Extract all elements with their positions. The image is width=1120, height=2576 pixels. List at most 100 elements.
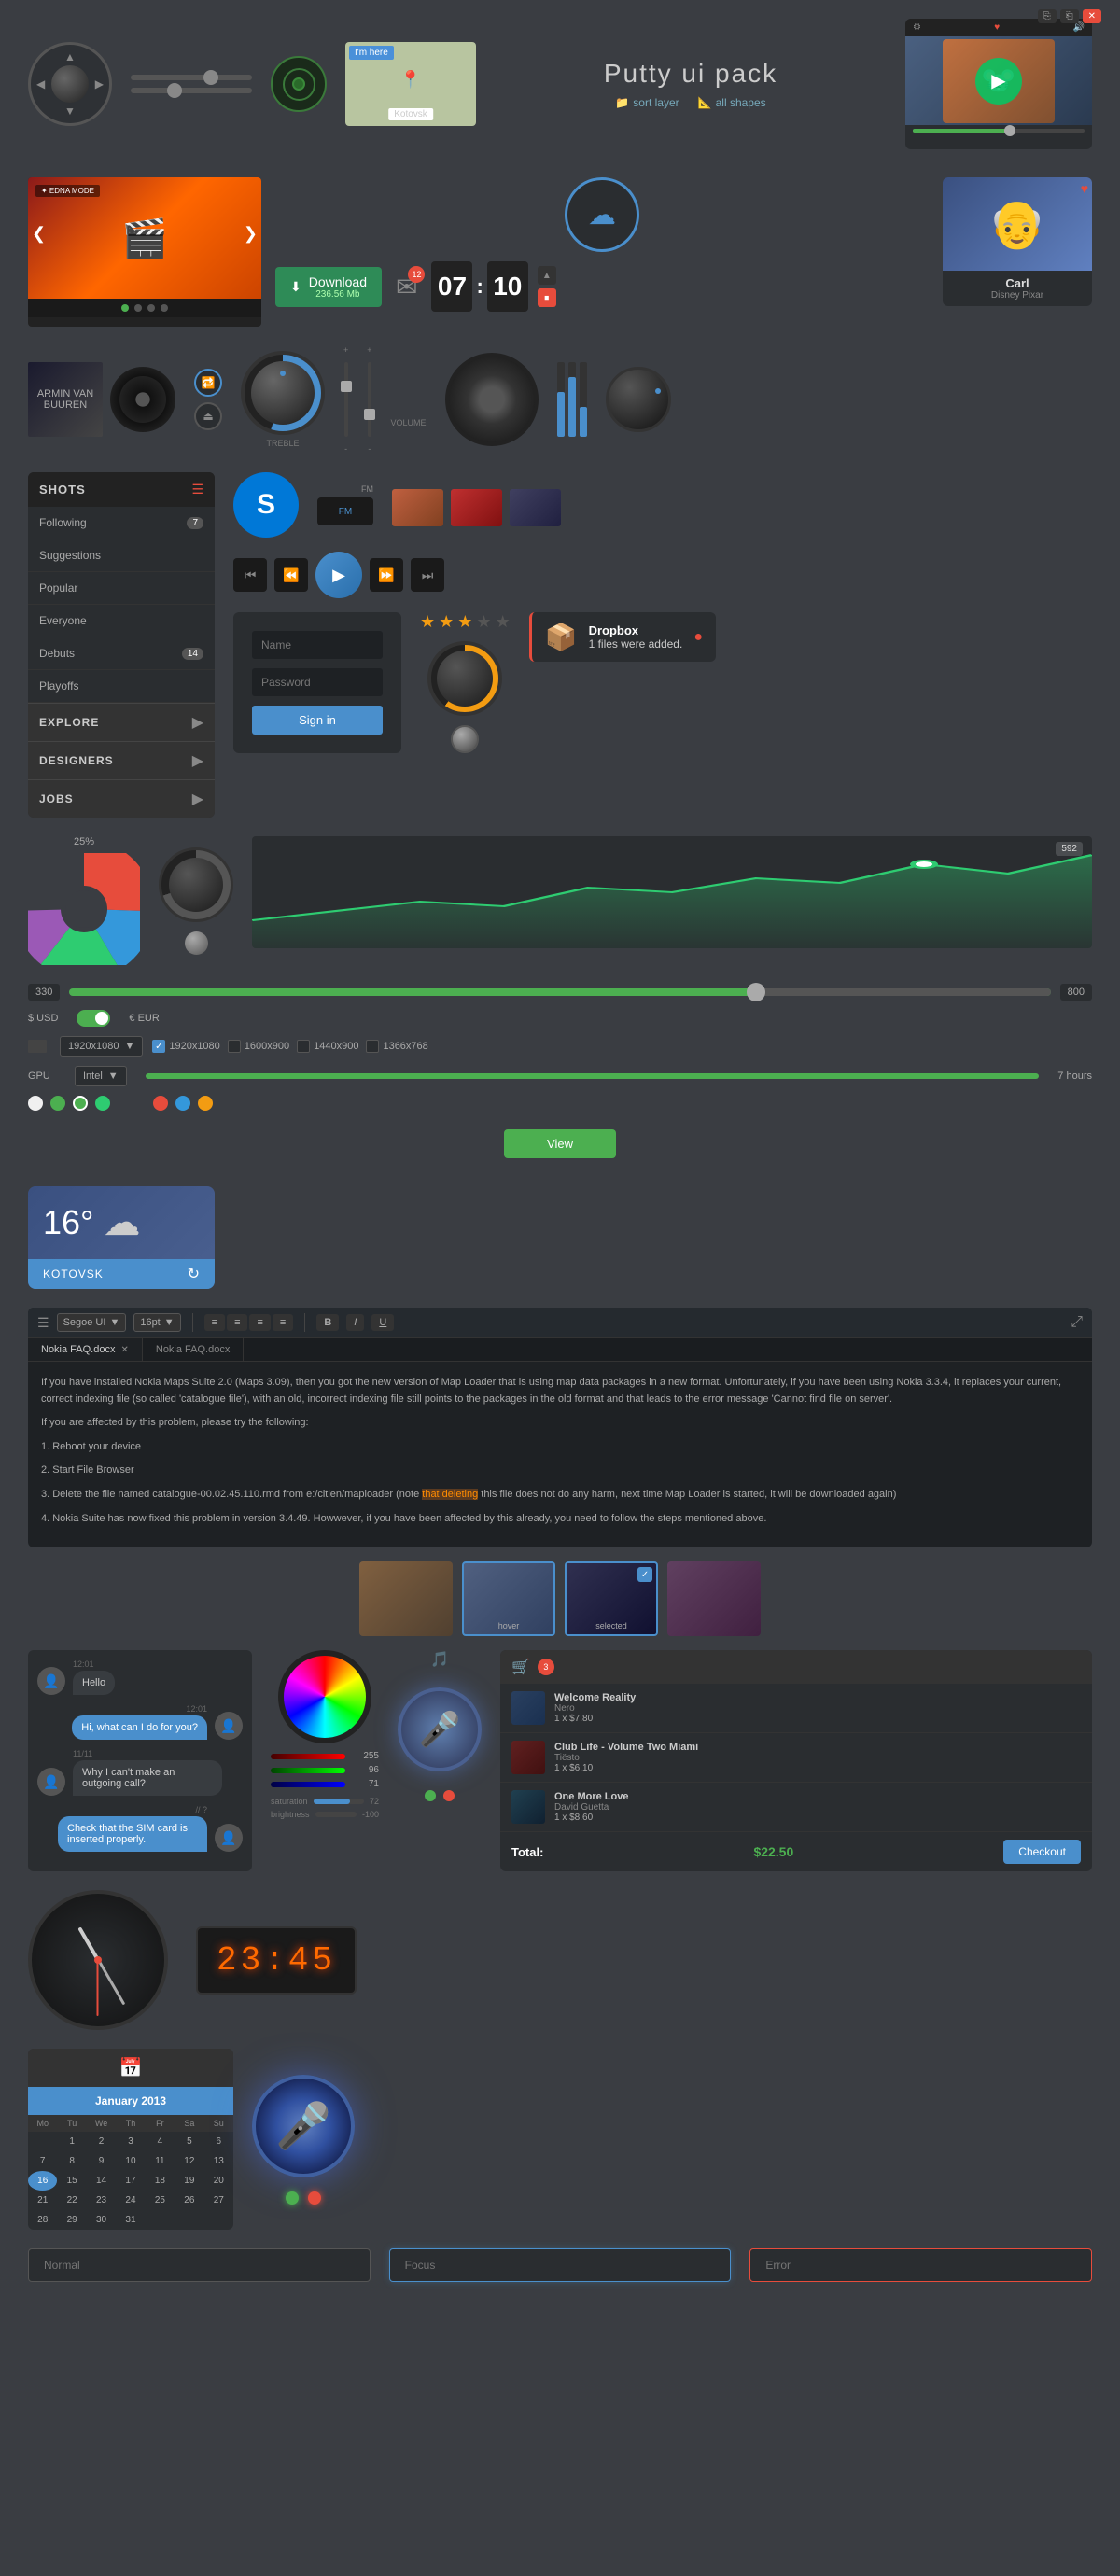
thumb-2[interactable]	[451, 489, 502, 526]
film-dot-4[interactable]	[161, 304, 168, 312]
view-button[interactable]: View	[504, 1129, 616, 1158]
cal-day-today[interactable]: 16	[28, 2171, 57, 2191]
tab-1-close[interactable]: ✕	[120, 1345, 128, 1355]
cal-day-1[interactable]: 1	[57, 2132, 86, 2151]
sort-layer-link[interactable]: 📁 sort layer	[615, 96, 679, 109]
cal-day-8[interactable]: 8	[57, 2151, 86, 2171]
res-check-1[interactable]	[152, 1040, 165, 1053]
cal-day-24[interactable]: 24	[116, 2191, 145, 2210]
size-select[interactable]: 16pt ▼	[133, 1313, 180, 1332]
color-dot-red[interactable]	[153, 1096, 168, 1111]
volume-knob[interactable]	[427, 641, 502, 716]
tab-1[interactable]: Nokia FAQ.docx ✕	[28, 1338, 143, 1361]
gpu-select[interactable]: Intel ▼	[75, 1066, 127, 1086]
film-dot-2[interactable]	[134, 304, 142, 312]
fullscreen-icon[interactable]: ⤢	[1071, 1314, 1083, 1331]
color-dot-lime[interactable]	[95, 1096, 110, 1111]
volume-ball[interactable]	[451, 725, 479, 753]
g-slider[interactable]	[271, 1768, 345, 1773]
carl-heart-icon[interactable]: ♥	[1081, 181, 1088, 196]
underline-btn[interactable]: U	[371, 1314, 394, 1331]
slider-track-1[interactable]	[131, 75, 252, 80]
img-thumb-selected[interactable]: ✓ selected	[565, 1561, 658, 1636]
color-dot-green-selected[interactable]	[73, 1096, 88, 1111]
all-shapes-link[interactable]: 📐 all shapes	[698, 96, 766, 109]
cal-day-29[interactable]: 29	[57, 2210, 86, 2230]
star-5[interactable]: ★	[496, 612, 511, 632]
progress-bar[interactable]	[913, 129, 1085, 133]
sidebar-item-suggestions[interactable]: Suggestions	[28, 539, 215, 572]
cal-day-14[interactable]: 14	[87, 2171, 116, 2191]
input-focus[interactable]	[389, 2248, 732, 2282]
cal-day-11[interactable]: 11	[146, 2151, 175, 2171]
password-input[interactable]	[252, 668, 383, 696]
saturation-track[interactable]	[314, 1799, 364, 1804]
rewind-btn[interactable]: ⏪	[274, 558, 308, 592]
checkout-button[interactable]: Checkout	[1003, 1840, 1081, 1864]
next-btn[interactable]: ⏭	[411, 558, 444, 592]
color-dot-blue[interactable]	[175, 1096, 190, 1111]
knob-ring[interactable]	[241, 351, 325, 435]
res-check-2[interactable]	[228, 1040, 241, 1053]
star-2[interactable]: ★	[439, 612, 454, 632]
cal-day-25[interactable]: 25	[146, 2191, 175, 2210]
name-input[interactable]	[252, 631, 383, 659]
input-error[interactable]	[749, 2248, 1092, 2282]
input-normal[interactable]	[28, 2248, 371, 2282]
film-dot-1[interactable]	[121, 304, 129, 312]
cal-day-22[interactable]: 22	[57, 2191, 86, 2210]
sidebar-item-debuts[interactable]: Debuts 14	[28, 637, 215, 670]
clock-down-btn[interactable]: ⏹	[538, 288, 556, 307]
res-check-4[interactable]	[366, 1040, 379, 1053]
mail-widget[interactable]: ✉ 12	[396, 272, 417, 302]
star-4[interactable]: ★	[476, 612, 491, 632]
sidebar-section-jobs[interactable]: JOBS ▶	[28, 779, 215, 818]
mic-big-widget[interactable]: 🎤	[252, 2075, 355, 2177]
settings-icon[interactable]: ⚙	[913, 22, 921, 33]
align-left-btn[interactable]: ≡	[204, 1314, 225, 1331]
color-dot-white[interactable]	[28, 1096, 43, 1111]
small-knob[interactable]	[606, 367, 671, 432]
img-thumb-4[interactable]	[667, 1561, 761, 1636]
cal-day-6[interactable]: 6	[204, 2132, 233, 2151]
slider-thumb-2[interactable]	[167, 83, 182, 98]
vslider-1-thumb[interactable]	[341, 381, 352, 392]
cal-day-19[interactable]: 19	[175, 2171, 203, 2191]
slider-track-2[interactable]	[131, 88, 252, 93]
play-button[interactable]: ▶	[975, 58, 1022, 105]
r-slider[interactable]	[271, 1754, 345, 1759]
skype-button[interactable]: S	[233, 472, 299, 538]
dropbox-close-icon[interactable]: ●	[693, 629, 703, 646]
volume-icon[interactable]: 🔊	[1073, 22, 1085, 33]
prev-btn[interactable]: ⏮	[233, 558, 267, 592]
sidebar-item-following[interactable]: Following 7	[28, 507, 215, 539]
clock-up-btn[interactable]: ▲	[538, 266, 556, 285]
vslider-1-track[interactable]	[344, 362, 348, 437]
range-thumb[interactable]	[747, 983, 765, 1001]
cloud-upload[interactable]: ☁	[565, 177, 639, 252]
currency-toggle[interactable]	[77, 1010, 110, 1027]
align-center-btn[interactable]: ≡	[227, 1314, 247, 1331]
thumb-3[interactable]	[510, 489, 561, 526]
star-3[interactable]: ★	[457, 612, 472, 632]
play-pause-btn[interactable]: ▶	[315, 552, 362, 598]
cal-day-17[interactable]: 17	[116, 2171, 145, 2191]
cal-day-3[interactable]: 3	[116, 2132, 145, 2151]
cal-day-13[interactable]: 13	[204, 2151, 233, 2171]
color-dot-orange[interactable]	[198, 1096, 213, 1111]
cal-day-9[interactable]: 9	[87, 2151, 116, 2171]
cal-day-28[interactable]: 28	[28, 2210, 57, 2230]
color-dot-green[interactable]	[50, 1096, 65, 1111]
download-button[interactable]: ⬇ Download 236.56 Mb	[275, 267, 382, 307]
gpu-bar[interactable]	[146, 1073, 1040, 1079]
align-justify-btn[interactable]: ≡	[273, 1314, 293, 1331]
bold-btn[interactable]: B	[316, 1314, 339, 1331]
cal-day-7[interactable]: 7	[28, 2151, 57, 2171]
cal-day-27[interactable]: 27	[204, 2191, 233, 2210]
center-knob[interactable]	[159, 847, 233, 922]
cal-day-15[interactable]: 15	[57, 2171, 86, 2191]
color-wheel[interactable]	[278, 1650, 371, 1743]
sidebar-section-explore[interactable]: EXPLORE ▶	[28, 703, 215, 741]
film-nav-right[interactable]: ❯	[244, 224, 258, 244]
cal-day-23[interactable]: 23	[87, 2191, 116, 2210]
